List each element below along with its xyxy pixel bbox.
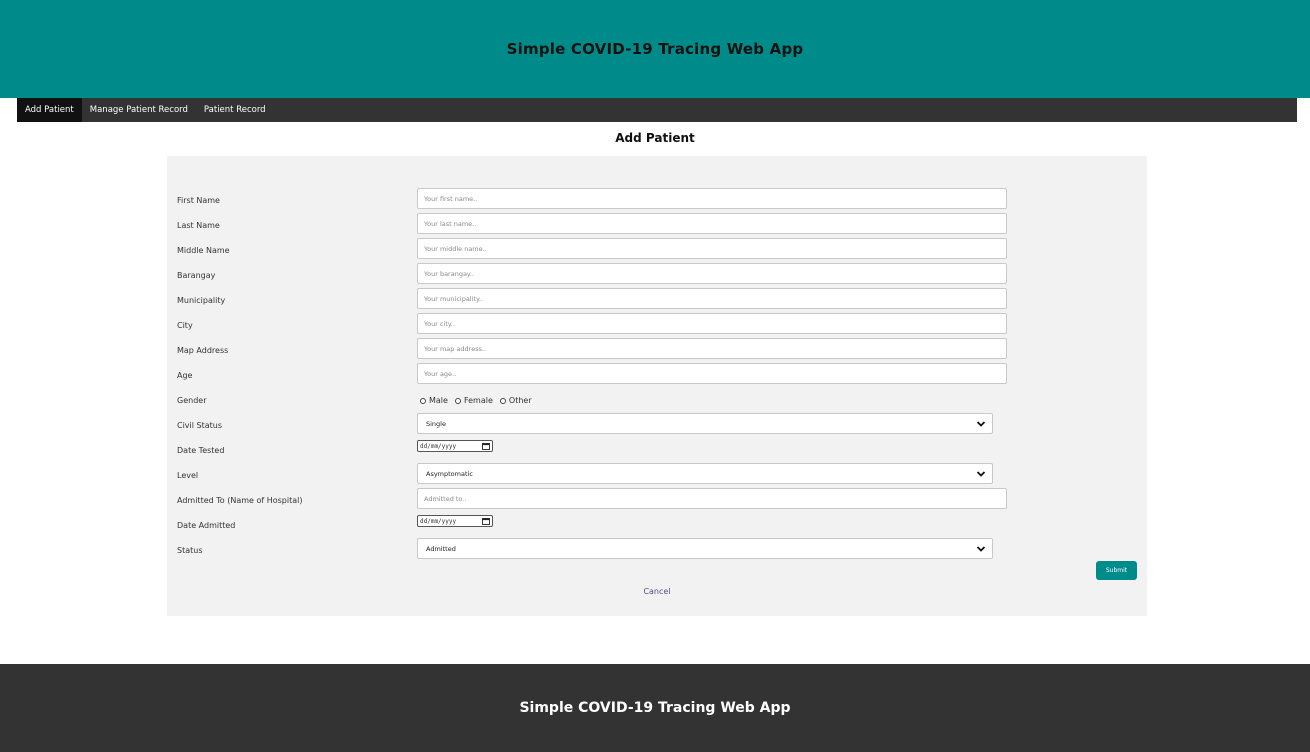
footer-title: Simple COVID-19 Tracing Web App xyxy=(519,700,791,716)
last-name-input[interactable] xyxy=(417,213,1007,234)
date-admitted-input[interactable]: dd/mm/yyyy xyxy=(417,515,493,527)
nav-item-manage-patient-record[interactable]: Manage Patient Record xyxy=(82,98,196,122)
level-select[interactable]: Asymptomatic xyxy=(417,463,993,484)
admitted-to-row: Admitted To (Name of Hospital) xyxy=(167,488,1147,513)
app-footer: Simple COVID-19 Tracing Web App xyxy=(0,664,1310,752)
chevron-down-icon xyxy=(976,421,986,427)
admitted-to-input[interactable] xyxy=(417,488,1007,509)
middle-name-input[interactable] xyxy=(417,238,1007,259)
add-patient-form: First Name Last Name Middle Name Baranga… xyxy=(167,156,1147,616)
map-address-row: Map Address xyxy=(167,338,1147,363)
barangay-input[interactable] xyxy=(417,263,1007,284)
last-name-label: Last Name xyxy=(177,221,220,230)
gender-label: Gender xyxy=(177,396,207,405)
status-select[interactable]: Admitted xyxy=(417,538,993,559)
submit-button[interactable]: Submit xyxy=(1096,561,1137,580)
gender-option-male[interactable]: Male xyxy=(420,396,448,405)
gender-row: Gender Male Female Other xyxy=(167,388,1147,413)
radio-icon[interactable] xyxy=(454,397,461,404)
page-title: Add Patient xyxy=(615,131,695,145)
chevron-down-icon xyxy=(976,546,986,552)
municipality-label: Municipality xyxy=(177,296,226,305)
map-address-input[interactable] xyxy=(417,338,1007,359)
civil-status-label: Civil Status xyxy=(177,421,223,430)
gender-option-label: Male xyxy=(429,396,448,405)
age-row: Age xyxy=(167,363,1147,388)
first-name-row: First Name xyxy=(167,188,1147,213)
level-label: Level xyxy=(177,471,199,480)
chevron-down-icon xyxy=(976,471,986,477)
cancel-link-text[interactable]: Cancel xyxy=(643,587,670,596)
civil-status-select[interactable]: Single xyxy=(417,413,993,434)
date-admitted-label: Date Admitted xyxy=(177,521,236,530)
date-tested-input[interactable]: dd/mm/yyyy xyxy=(417,440,493,452)
gender-option-label: Other xyxy=(508,396,532,405)
admitted-to-label: Admitted To (Name of Hospital) xyxy=(177,496,303,505)
calendar-icon[interactable] xyxy=(482,517,490,525)
gender-option-label: Female xyxy=(463,396,493,405)
map-address-label: Map Address xyxy=(177,346,229,355)
date-admitted-value: dd/mm/yyyy xyxy=(420,517,457,525)
age-input[interactable] xyxy=(417,363,1007,384)
last-name-row: Last Name xyxy=(167,213,1147,238)
status-value: Admitted xyxy=(426,544,456,553)
app-title: Simple COVID-19 Tracing Web App xyxy=(506,40,804,58)
municipality-input[interactable] xyxy=(417,288,1007,309)
municipality-row: Municipality xyxy=(167,288,1147,313)
city-input[interactable] xyxy=(417,313,1007,334)
middle-name-row: Middle Name xyxy=(167,238,1147,263)
level-row: Level Asymptomatic xyxy=(167,463,1147,488)
gender-radio-group: Male Female Other xyxy=(420,388,539,413)
civil-status-row: Civil Status Single xyxy=(167,413,1147,438)
nav-item-add-patient[interactable]: Add Patient xyxy=(17,98,82,122)
level-value: Asymptomatic xyxy=(426,469,473,478)
nav-bar: Add Patient Manage Patient Record Patien… xyxy=(17,98,1297,122)
city-row: City xyxy=(167,313,1147,338)
first-name-label: First Name xyxy=(177,196,220,205)
gender-option-female[interactable]: Female xyxy=(454,396,493,405)
radio-icon[interactable] xyxy=(420,397,426,404)
nav-item-patient-record[interactable]: Patient Record xyxy=(196,98,274,122)
barangay-row: Barangay xyxy=(167,263,1147,288)
calendar-icon[interactable] xyxy=(482,442,490,450)
first-name-input[interactable] xyxy=(417,188,1007,209)
date-tested-value: dd/mm/yyyy xyxy=(420,442,457,450)
date-tested-label: Date Tested xyxy=(177,446,225,455)
barangay-label: Barangay xyxy=(177,271,216,280)
gender-option-other[interactable]: Other xyxy=(499,396,532,405)
status-label: Status xyxy=(177,546,203,555)
radio-icon[interactable] xyxy=(499,397,506,404)
middle-name-label: Middle Name xyxy=(177,246,230,255)
city-label: City xyxy=(177,321,193,330)
age-label: Age xyxy=(177,371,193,380)
date-admitted-row: Date Admitted dd/mm/yyyy xyxy=(167,513,1147,538)
cancel-link: Cancel xyxy=(167,587,1147,596)
status-row: Status Admitted xyxy=(167,538,1147,563)
civil-status-value: Single xyxy=(426,419,446,428)
date-tested-row: Date Tested dd/mm/yyyy xyxy=(167,438,1147,463)
app-header: Simple COVID-19 Tracing Web App xyxy=(0,0,1310,98)
